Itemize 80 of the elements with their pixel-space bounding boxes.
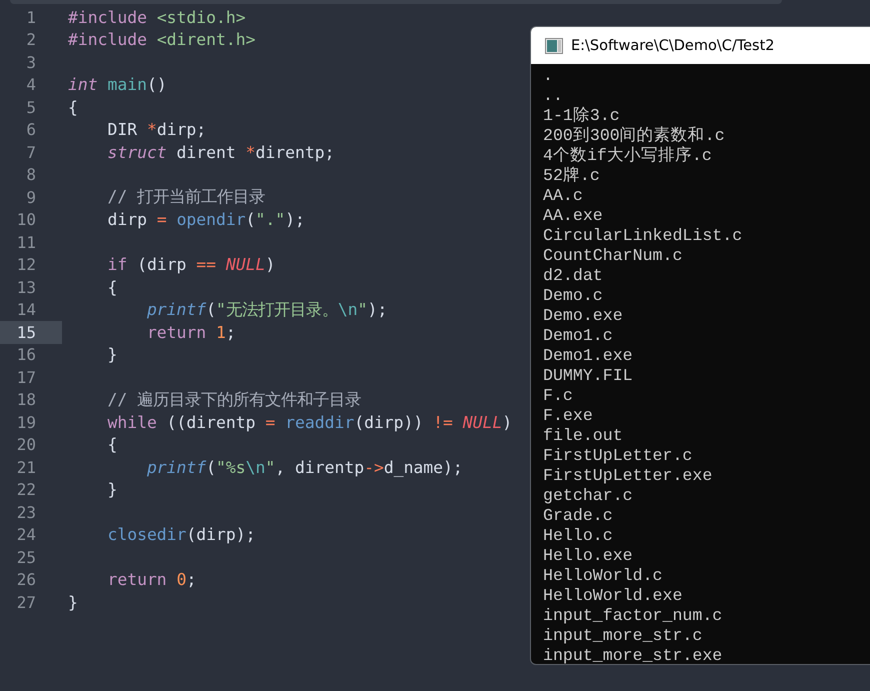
line-number: 1 — [25, 6, 37, 28]
line-number: 21 — [16, 456, 37, 478]
line-number: 13 — [16, 276, 37, 298]
line-number: 2 — [25, 29, 37, 51]
code-line: } — [106, 345, 118, 364]
code-line: DIR *dirp; — [106, 120, 206, 140]
code-line: #include <dirent.h> — [68, 30, 256, 50]
output-line: FirstUpLetter.exe — [543, 466, 714, 486]
line-number: 26 — [16, 569, 37, 591]
output-line: FirstUpLetter.c — [543, 446, 694, 466]
code-line: // 遍历目录下的所有文件和子目录 — [106, 388, 362, 411]
line-number: 8 — [25, 164, 37, 186]
code-line: while ((direntp = readdir(dirp)) != NULL) — [106, 412, 512, 432]
output-line: AA.c — [543, 186, 584, 206]
output-line: Demo1.exe — [543, 346, 634, 366]
output-line: d2.dat — [543, 266, 604, 286]
line-number: 7 — [25, 142, 37, 164]
output-line: .. — [543, 86, 564, 106]
line-number: 22 — [16, 479, 37, 501]
line-number: 16 — [16, 344, 37, 366]
line-number: 11 — [16, 232, 37, 254]
output-line: getchar.c — [543, 486, 634, 506]
line-number: 14 — [16, 299, 37, 321]
code-line: { — [106, 435, 118, 454]
line-number: 6 — [25, 119, 37, 141]
code-line: dirp = opendir("."); — [106, 210, 305, 230]
line-number: 23 — [16, 502, 37, 524]
output-line: input_more_str.exe — [543, 646, 724, 664]
output-line: CountCharNum.c — [543, 246, 684, 266]
output-line: CircularLinkedList.c — [543, 226, 744, 246]
output-line: F.exe — [543, 406, 594, 426]
output-line: 1-1除3.c — [543, 106, 620, 126]
output-line: Demo1.c — [543, 326, 614, 346]
code-line: closedir(dirp); — [106, 525, 256, 544]
line-number: 19 — [16, 412, 37, 434]
output-line: AA.exe — [543, 206, 604, 226]
line-number: 9 — [25, 186, 37, 208]
output-line: DUMMY.FIL — [543, 366, 634, 386]
line-number: 4 — [25, 74, 37, 96]
line-number: 27 — [16, 592, 37, 614]
output-line: Hello.c — [543, 526, 614, 546]
code-line: struct dirent *direntp; — [106, 142, 334, 162]
code-line: // 打开当前工作目录 — [106, 186, 266, 208]
output-line: . — [543, 66, 554, 86]
output-line: Grade.c — [543, 506, 614, 526]
code-line: int main() — [68, 75, 167, 94]
code-line: if (dirp == NULL) — [106, 255, 276, 274]
code-line: { — [68, 98, 78, 117]
output-line: HelloWorld.exe — [543, 586, 684, 606]
console-icon — [545, 38, 563, 54]
code-line: printf("%s\n", direntp->d_name); — [146, 458, 463, 477]
output-line: 200到300间的素数和.c — [543, 126, 726, 146]
window-title: E:\Software\C\Demo\C/Test2 — [571, 38, 775, 54]
output-line: HelloWorld.c — [543, 566, 664, 586]
output-line: Demo.c — [543, 286, 604, 306]
line-number: 5 — [25, 96, 37, 118]
output-line: 52牌.c — [543, 166, 601, 186]
line-number: 24 — [16, 524, 37, 546]
code-line: } — [68, 592, 78, 612]
output-line: file.out — [543, 426, 624, 446]
line-number: 20 — [16, 434, 37, 456]
line-number: 10 — [16, 209, 37, 231]
output-line: 4个数if大小写排序.c — [543, 146, 713, 166]
output-line: Demo.exe — [543, 306, 624, 326]
code-line: return 0; — [106, 570, 196, 590]
code-line: } — [106, 480, 118, 500]
code-line: return 1; — [146, 322, 236, 342]
line-number: 17 — [16, 366, 37, 388]
output-line: input_more_str.c — [543, 626, 704, 646]
output-line: Hello.exe — [543, 546, 634, 566]
output-line: input_factor_num.c — [543, 606, 724, 626]
code-line: { — [106, 278, 118, 297]
output-line: F.c — [543, 386, 574, 406]
line-number: 25 — [16, 546, 37, 568]
line-number: 12 — [16, 254, 37, 276]
code-line: #include <stdio.h> — [68, 8, 246, 27]
code-line: printf("无法打开目录。\n"); — [146, 298, 388, 321]
line-number: 3 — [25, 52, 37, 74]
line-number: 18 — [16, 389, 37, 411]
line-number: 15 — [0, 321, 62, 344]
